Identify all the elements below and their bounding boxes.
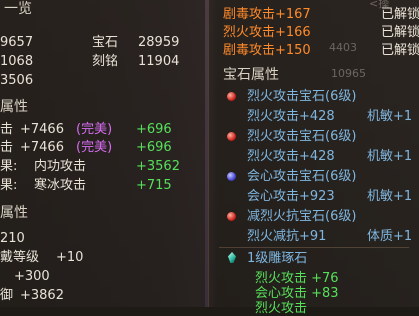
section-divider xyxy=(219,247,409,248)
gem-name: 烈火攻击宝石(6级) xyxy=(247,129,357,144)
overview-title: 一览 xyxy=(4,1,32,17)
carving-stone-name: 1级雕琢石 xyxy=(247,251,308,266)
unlock-row-label: 剧毒攻击+150 xyxy=(223,43,311,58)
equipment-summary-panel: 一览 9657 宝石 28959 1068 刻铭 11904 3506 属性 击… xyxy=(0,0,205,307)
bottom-stat: +300 xyxy=(14,269,50,284)
unlock-status: 已解锁 xyxy=(381,7,419,22)
carving-stone-stat: 烈火攻击 xyxy=(255,301,308,316)
attack-value: +7466 xyxy=(20,140,64,155)
effect-value: +715 xyxy=(136,178,172,193)
bottom-stat-label: 御 xyxy=(0,288,14,303)
stat-value: 1068 xyxy=(0,54,34,69)
attack-label: 击 xyxy=(0,140,14,155)
stat-value: 9657 xyxy=(0,35,34,50)
gem-extra: 机敏+1 xyxy=(367,189,413,204)
carving-stone-stat: 烈火攻击 +76 xyxy=(255,271,339,286)
bottom-stat: 210 xyxy=(0,231,25,246)
unlock-row-label: 烈火攻击+166 xyxy=(223,25,311,40)
carving-stone-icon xyxy=(228,252,236,263)
blue-gem-icon xyxy=(227,172,236,181)
gem-extra: 机敏+1 xyxy=(367,149,413,164)
bottom-stat-value: +3862 xyxy=(20,288,64,303)
red-gem-icon xyxy=(227,92,236,101)
red-gem-icon xyxy=(227,132,236,141)
effect-name: 内功攻击 xyxy=(34,159,87,174)
gem-stat: 烈火攻击+428 xyxy=(247,109,335,124)
attack-label: 击 xyxy=(0,122,14,137)
gem-extra: 机敏+1 xyxy=(367,109,413,124)
unlock-status: 已解锁 xyxy=(381,25,419,40)
unlock-row-label: 剧毒攻击+167 xyxy=(223,7,311,22)
background-ghost-number: 10965 xyxy=(331,67,366,80)
engrave-score-value: 11904 xyxy=(138,54,180,69)
perfect-tag: (完美) xyxy=(76,122,113,137)
attribute-title-2: 属性 xyxy=(0,205,28,221)
effect-label: 果: xyxy=(0,159,18,174)
bottom-stat-label: 戴等级 xyxy=(0,250,40,265)
effect-value: +3562 xyxy=(136,159,180,174)
gem-stat: 会心攻击+923 xyxy=(247,189,335,204)
carving-stone-stat: 会心攻击 +83 xyxy=(255,286,339,301)
gem-name: 烈火攻击宝石(6级) xyxy=(247,89,357,104)
gem-score-value: 28959 xyxy=(138,35,180,50)
gem-score-label: 宝石 xyxy=(92,35,119,50)
gem-stat: 烈火攻击+428 xyxy=(247,149,335,164)
unlock-status: 已解锁 xyxy=(381,43,419,58)
stat-value: 3506 xyxy=(0,73,34,88)
gem-extra: 体质+1 xyxy=(367,229,413,244)
attribute-title: 属性 xyxy=(0,99,28,115)
attack-bonus: +696 xyxy=(136,122,172,137)
gem-detail-panel: <操 4403 剧毒攻击+167 已解锁 烈火攻击+166 已解锁 剧毒攻击+1… xyxy=(208,0,419,315)
effect-name: 寒冰攻击 xyxy=(34,178,87,193)
bottom-stat-value: +10 xyxy=(56,250,84,265)
gem-attributes-title: 宝石属性 xyxy=(223,67,279,83)
attack-bonus: +696 xyxy=(136,140,172,155)
gem-stat: 烈火减抗+91 xyxy=(247,229,327,244)
effect-label: 果: xyxy=(0,178,18,193)
attack-value: +7466 xyxy=(20,122,64,137)
background-ghost-number: 4403 xyxy=(329,41,357,54)
red-gem-icon xyxy=(227,212,236,221)
engrave-score-label: 刻铭 xyxy=(92,54,119,69)
gem-name: 减烈火抗宝石(6级) xyxy=(247,209,357,224)
perfect-tag: (完美) xyxy=(76,140,113,155)
gem-name: 会心攻击宝石(6级) xyxy=(247,169,357,184)
